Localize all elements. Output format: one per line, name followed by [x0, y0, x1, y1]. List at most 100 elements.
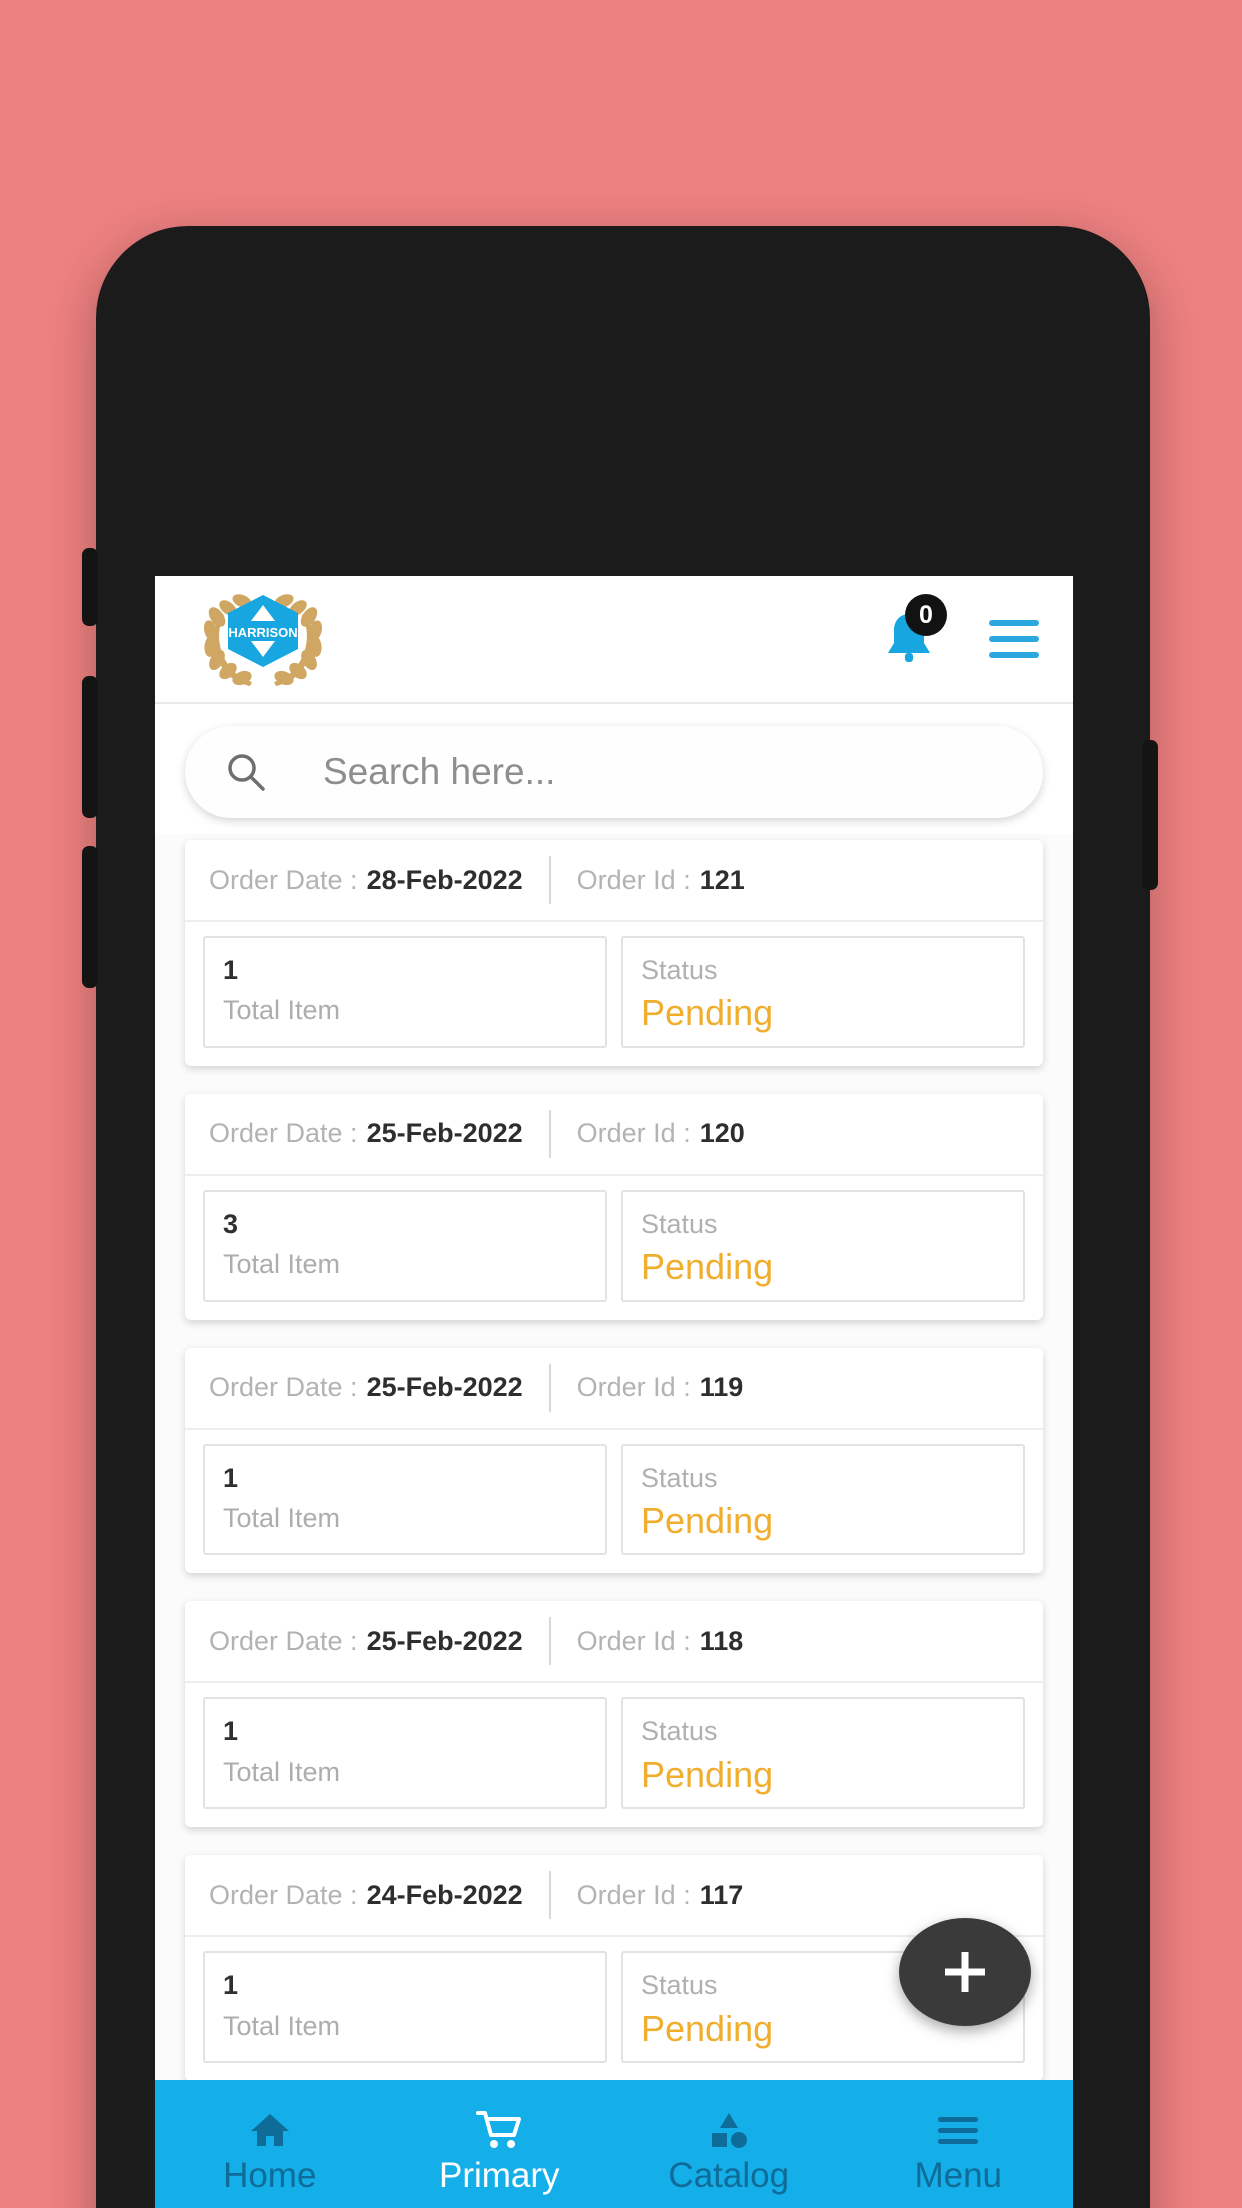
status-badge: Pending: [641, 1246, 774, 1288]
status-box: Status Pending: [621, 1697, 1025, 1810]
hamburger-line-2: [989, 636, 1039, 642]
notification-button[interactable]: 0: [881, 594, 947, 670]
nav-item-catalog[interactable]: Catalog: [614, 2080, 844, 2208]
total-item-label: Total Item: [223, 995, 341, 1026]
order-card-header: Order Date : 24-Feb-2022 Order Id : 117: [185, 1855, 1043, 1938]
order-date-group: Order Date : 25-Feb-2022: [209, 1626, 523, 1657]
order-date-label: Order Date :: [209, 1118, 358, 1149]
search-bar[interactable]: [185, 726, 1043, 818]
cart-icon: [476, 2108, 522, 2152]
hamburger-line-3: [989, 652, 1039, 658]
app-bar: HARRISON 0: [155, 576, 1073, 704]
order-date-value: 25-Feb-2022: [366, 1625, 523, 1656]
status-label: Status: [641, 955, 718, 985]
total-item-box: 3 Total Item: [203, 1189, 607, 1302]
total-item-label: Total Item: [223, 1503, 341, 1534]
total-item-box: 1 Total Item: [203, 1951, 607, 2064]
notification-badge: 0: [905, 594, 947, 636]
order-card-body: 1 Total Item Status Pending: [185, 1683, 1043, 1827]
order-date-value: 25-Feb-2022: [366, 1372, 523, 1403]
nav-label-primary: Primary: [438, 2155, 560, 2195]
order-id-value: 120: [699, 1118, 745, 1149]
screenshot-stage: HARRISON 0 Search here... Order Date: 2…: [0, 0, 1242, 2208]
nav-item-home[interactable]: Home: [155, 2080, 385, 2208]
order-id-label: Order Id :: [576, 1118, 691, 1149]
bottom-navigation: Home Primary Catalog Menu: [155, 2080, 1073, 2208]
order-card-body: 1 Total Item Status Pending: [185, 922, 1043, 1066]
order-card-header: Order Date : 25-Feb-2022 Order Id : 118: [185, 1601, 1043, 1684]
order-date-value: 28-Feb-2022: [366, 864, 523, 895]
order-id-group: Order Id : 120: [577, 1118, 745, 1149]
phone-screen: HARRISON 0 Search here... Order Date: 2…: [155, 576, 1073, 2208]
order-date-value: 25-Feb-2022: [366, 1118, 523, 1149]
order-date-label: Order Date :: [209, 1625, 358, 1656]
phone-volume-up-button[interactable]: [82, 676, 98, 818]
order-date-label: Order Date :: [209, 864, 358, 895]
order-id-value: 119: [699, 1372, 744, 1403]
total-item-label: Total Item: [223, 1756, 341, 1787]
status-box: Status Pending: [621, 1189, 1025, 1302]
nav-item-menu[interactable]: Menu: [844, 2080, 1074, 2208]
home-icon: [248, 2108, 292, 2152]
total-item-box: 1 Total Item: [203, 936, 607, 1048]
order-id-group: Order Id : 119: [577, 1372, 744, 1403]
shapes-icon: [707, 2108, 751, 2152]
status-badge: Pending: [641, 1753, 774, 1795]
order-date-label: Order Date :: [209, 1372, 358, 1403]
add-order-fab[interactable]: [899, 1918, 1031, 2026]
total-item-value: 1: [223, 1716, 239, 1747]
order-card-body: 3 Total Item Status Pending: [185, 1176, 1043, 1320]
status-badge: Pending: [641, 1500, 774, 1542]
nav-item-primary[interactable]: Primary: [385, 2080, 615, 2208]
order-card-header: Order Date : 25-Feb-2022 Order Id : 119: [185, 1348, 1043, 1430]
order-id-value: 117: [699, 1879, 744, 1910]
logo-wordmark: HARRISON: [228, 625, 297, 640]
order-card[interactable]: Order Date : 25-Feb-2022 Order Id : 119 …: [185, 1347, 1043, 1574]
header-divider: [548, 1363, 551, 1412]
nav-label-menu: Menu: [914, 2155, 1003, 2195]
header-divider: [548, 1109, 551, 1158]
app-bar-actions: 0: [881, 594, 1039, 670]
order-list[interactable]: Order Date : 28-Feb-2022 Order Id : 121 …: [155, 834, 1073, 2084]
status-label: Status: [641, 1208, 718, 1239]
total-item-box: 1 Total Item: [203, 1443, 607, 1556]
total-item-value: 1: [223, 1970, 239, 2001]
header-divider: [548, 1871, 551, 1920]
order-date-group: Order Date : 28-Feb-2022: [209, 865, 523, 896]
status-box: Status Pending: [621, 1443, 1025, 1556]
order-date-group: Order Date : 25-Feb-2022: [209, 1372, 523, 1403]
status-label: Status: [641, 1462, 718, 1493]
order-id-group: Order Id : 117: [577, 1880, 744, 1911]
order-card[interactable]: Order Date : 25-Feb-2022 Order Id : 120 …: [185, 1093, 1043, 1320]
nav-label-home: Home: [223, 2155, 317, 2195]
search-section: [155, 704, 1073, 834]
phone-power-button[interactable]: [1142, 740, 1158, 890]
order-id-label: Order Id :: [576, 1372, 691, 1403]
phone-volume-down-button[interactable]: [82, 846, 98, 988]
order-id-label: Order Id :: [576, 864, 691, 895]
order-date-group: Order Date : 24-Feb-2022: [209, 1880, 523, 1911]
order-card-header: Order Date : 25-Feb-2022 Order Id : 120: [185, 1094, 1043, 1176]
status-badge: Pending: [641, 992, 774, 1034]
header-divider: [548, 856, 551, 904]
header-divider: [548, 1617, 551, 1666]
phone-button-left-1[interactable]: [82, 548, 98, 626]
order-card-body: 1 Total Item Status Pending: [185, 1430, 1043, 1574]
total-item-value: 1: [223, 955, 239, 985]
order-date-label: Order Date :: [209, 1879, 358, 1910]
total-item-label: Total Item: [223, 1249, 341, 1280]
order-id-group: Order Id : 118: [577, 1626, 744, 1657]
search-icon: [228, 754, 265, 791]
search-input[interactable]: [323, 751, 1043, 793]
order-date-group: Order Date : 25-Feb-2022: [209, 1118, 523, 1149]
order-card[interactable]: Order Date : 28-Feb-2022 Order Id : 121 …: [185, 840, 1043, 1066]
status-box: Status Pending: [621, 936, 1025, 1048]
harrison-logo[interactable]: HARRISON: [197, 587, 329, 691]
menu-lines-icon: [935, 2108, 981, 2152]
order-id-value: 121: [699, 864, 745, 895]
hamburger-menu-icon[interactable]: [989, 620, 1039, 658]
status-label: Status: [641, 1716, 718, 1747]
order-card[interactable]: Order Date : 25-Feb-2022 Order Id : 118 …: [185, 1601, 1043, 1828]
total-item-label: Total Item: [223, 2010, 341, 2041]
order-id-value: 118: [699, 1625, 744, 1656]
